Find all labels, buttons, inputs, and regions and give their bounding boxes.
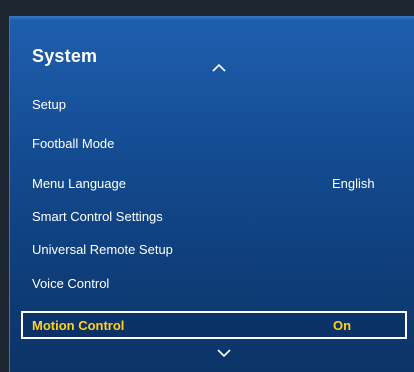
menu-item-voice-control[interactable]: Voice Control — [32, 272, 392, 296]
chevron-down-icon[interactable] — [213, 347, 235, 359]
menu-item-football-mode[interactable]: Football Mode — [32, 132, 392, 156]
tv-screen: System Setup Football Mode Menu Language… — [0, 0, 414, 372]
menu-item-label: Menu Language — [32, 176, 126, 191]
menu-item-setup[interactable]: Setup — [32, 93, 392, 117]
menu-item-menu-language[interactable]: Menu Language English — [32, 172, 392, 196]
chevron-up-icon[interactable] — [208, 62, 230, 74]
menu-item-universal-remote-setup[interactable]: Universal Remote Setup — [32, 238, 392, 262]
menu-item-label: Smart Control Settings — [32, 209, 163, 224]
menu-item-label: Setup — [32, 97, 66, 112]
menu-item-value: On — [333, 318, 352, 333]
menu-item-label: Motion Control — [32, 318, 125, 333]
menu-item-value: English — [332, 176, 375, 191]
menu-item-label: Football Mode — [32, 136, 115, 151]
menu-item-label: Voice Control — [32, 276, 110, 291]
menu-item-motion-control[interactable]: Motion Control On — [21, 311, 407, 339]
menu-title: System — [32, 46, 98, 66]
menu-item-label: Universal Remote Setup — [32, 242, 173, 257]
system-menu-panel: System Setup Football Mode Menu Language… — [9, 16, 414, 372]
panel-top-border — [10, 17, 414, 19]
menu-item-smart-control-settings[interactable]: Smart Control Settings — [32, 205, 392, 229]
